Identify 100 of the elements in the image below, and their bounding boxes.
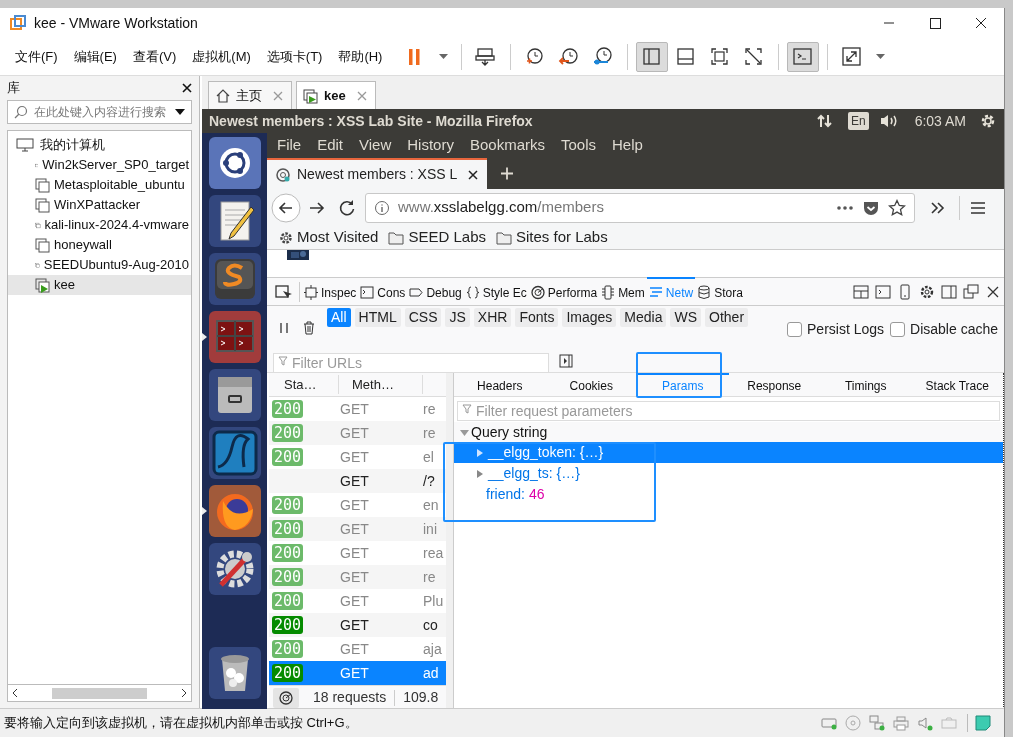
menu-item[interactable]: Tools <box>555 134 602 157</box>
checkbox[interactable] <box>890 322 906 337</box>
checkbox[interactable] <box>787 322 802 337</box>
menu-item[interactable]: 编辑(E) <box>66 42 124 71</box>
dock-icon[interactable] <box>941 283 957 300</box>
devtools-tab[interactable]: Mem <box>599 277 647 306</box>
back-icon[interactable] <box>271 192 301 223</box>
menu-item[interactable]: View <box>353 134 398 157</box>
tree-item[interactable]: Metasploitable_ubuntu <box>8 175 191 195</box>
wrench-gear-icon[interactable] <box>208 543 261 595</box>
request-row[interactable]: 200 GET Plu <box>269 589 446 613</box>
settings-icon[interactable] <box>980 113 996 129</box>
browser-icon[interactable] <box>208 485 261 537</box>
request-row[interactable]: 200 GET rea <box>269 541 446 565</box>
filter-button[interactable]: JS <box>445 308 470 327</box>
toolbar-button[interactable] <box>636 41 669 72</box>
menu-item[interactable]: 选项卡(T) <box>259 42 330 71</box>
devtools-tab[interactable]: Inspec <box>302 277 359 306</box>
column-header[interactable]: Sta… <box>269 374 339 395</box>
filter-button[interactable]: Media <box>620 308 667 327</box>
keyboard-indicator[interactable]: En <box>847 112 869 130</box>
tree-item[interactable]: SEEDUbuntu9-Aug-2010 <box>8 255 191 275</box>
menu-item[interactable]: File <box>271 134 308 157</box>
ubuntu-logo-icon[interactable] <box>208 137 261 189</box>
tree-item[interactable]: kali-linux-2024.4-vmware <box>8 215 191 235</box>
more-icon[interactable] <box>836 204 854 211</box>
tree-item[interactable]: Win2kServer_SP0_target <box>8 155 191 175</box>
drawer-icon[interactable] <box>208 369 261 421</box>
layout-icon[interactable] <box>853 283 869 300</box>
devtools-tab[interactable]: Debug <box>407 277 464 306</box>
bookmark[interactable]: Most Visited <box>279 226 379 249</box>
clock[interactable]: 6:03 AM <box>914 110 966 132</box>
filter-field[interactable]: Filter request parameters <box>457 401 1000 421</box>
filter-button[interactable]: All <box>327 308 351 327</box>
menu-item[interactable]: 文件(F) <box>8 42 65 71</box>
speaker-icon[interactable] <box>878 113 899 129</box>
filter-button[interactable]: WS <box>670 308 702 327</box>
devtools-tab[interactable]: Cons <box>358 277 408 306</box>
console-icon[interactable] <box>875 283 891 300</box>
close-icon[interactable] <box>467 168 479 181</box>
menu-item[interactable]: Edit <box>311 134 350 157</box>
request-row[interactable]: 200 GET ad <box>269 661 446 685</box>
param-row[interactable]: friend: 46 <box>454 484 1003 505</box>
filter-button[interactable]: Other <box>705 308 749 327</box>
param-row[interactable]: __elgg_ts: {…} <box>454 463 1003 484</box>
bookmark[interactable]: Sites for Labs <box>496 226 608 249</box>
url-field[interactable]: www.xsslabelgg.com/members <box>365 192 915 223</box>
tree-item[interactable]: 我的计算机 <box>8 135 191 155</box>
detail-tab[interactable]: Response <box>728 373 820 396</box>
trash-icon[interactable] <box>301 320 317 336</box>
toolbar-button[interactable] <box>787 41 820 72</box>
popout-icon[interactable] <box>963 283 979 300</box>
fin-icon[interactable] <box>208 427 261 479</box>
sublime-icon[interactable] <box>208 253 261 305</box>
star-icon[interactable] <box>888 198 906 217</box>
funnel-icon <box>278 355 288 366</box>
detail-tab[interactable]: Headers <box>454 373 546 396</box>
menu-item[interactable]: Help <box>606 134 649 157</box>
search-field[interactable]: 在此处键入内容进行搜索 <box>7 100 192 124</box>
settings-icon[interactable] <box>919 283 935 300</box>
folder-icon <box>496 230 512 245</box>
filter-field[interactable]: Filter URLs <box>273 352 549 373</box>
bookmark[interactable]: SEED Labs <box>388 226 486 249</box>
detail-tab[interactable]: Params <box>637 373 729 396</box>
tab[interactable]: 主页 <box>208 81 292 109</box>
detail-tab[interactable]: Cookies <box>545 373 637 396</box>
tree-item[interactable]: kee <box>8 275 191 295</box>
devtools-tab[interactable]: Style Ec <box>463 277 529 306</box>
filter-button[interactable]: CSS <box>404 308 442 327</box>
menu-item[interactable]: Bookmarks <box>463 134 551 157</box>
menu-item[interactable]: 查看(V) <box>125 42 184 71</box>
request-row[interactable]: GET /? <box>269 469 446 493</box>
param-row[interactable]: __elgg_token: {…} <box>454 442 1003 463</box>
filter-button[interactable]: Fonts <box>515 308 559 327</box>
tree-item[interactable]: honeywall <box>8 235 191 255</box>
scrollbar[interactable] <box>7 685 192 702</box>
text-editor-icon[interactable] <box>208 195 261 247</box>
devtools-tab[interactable]: Performa <box>528 277 600 306</box>
filter-button[interactable]: HTML <box>354 308 401 327</box>
menu-item[interactable]: History <box>401 134 460 157</box>
trash-icon[interactable] <box>208 647 261 699</box>
browser-tab[interactable]: Newest members : XSS L <box>267 158 487 189</box>
phone-icon[interactable] <box>897 283 913 300</box>
close-icon[interactable] <box>182 83 192 93</box>
tree-item[interactable]: WinXPattacker <box>8 195 191 215</box>
devtools-tab[interactable]: Stora <box>695 277 745 306</box>
tab[interactable]: kee <box>296 81 376 109</box>
request-row[interactable]: 200 GET co <box>269 613 446 637</box>
menu-item[interactable]: 虚拟机(M) <box>185 42 258 71</box>
network-icon[interactable] <box>815 112 834 130</box>
sidebar-toggle-icon[interactable] <box>559 353 573 368</box>
detail-tab[interactable]: Timings <box>820 373 912 396</box>
detail-tab[interactable]: Stack Trace <box>911 373 1003 396</box>
section-header[interactable]: Query string <box>454 422 1003 442</box>
filter-button[interactable]: XHR <box>473 308 512 327</box>
note-icon[interactable] <box>974 714 992 732</box>
menu-item[interactable]: 帮助(H) <box>331 42 390 71</box>
filter-button[interactable]: Images <box>562 308 617 327</box>
performance-icon[interactable] <box>273 687 299 708</box>
column-header[interactable]: Meth… <box>339 374 423 395</box>
